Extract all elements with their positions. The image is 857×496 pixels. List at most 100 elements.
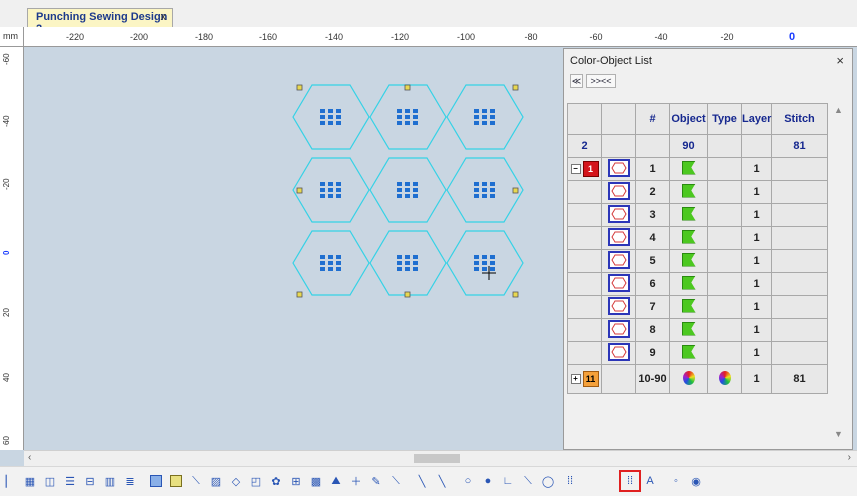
panel-close-icon[interactable]: × (836, 53, 844, 68)
hex-object[interactable] (369, 157, 447, 223)
freehand-tool-icon[interactable]: ✎ (368, 473, 384, 489)
circles-tool-icon[interactable]: ✿ (268, 473, 284, 489)
multicolor-object-icon (682, 370, 695, 385)
header-layer: Layer (741, 103, 772, 135)
punch-grid-icon[interactable]: ⁞⁞ (619, 470, 641, 492)
collapse-group-icon[interactable]: − (570, 164, 581, 175)
document-tabbar: Punching Sewing Design 2 x (0, 0, 857, 35)
object-layer: 1 (741, 341, 772, 365)
scroll-right-icon[interactable]: › (848, 452, 851, 463)
circle-filled-icon[interactable]: ● (480, 473, 496, 489)
color-object-table: # Object Type Layer Stitch 2 90 81 −1 1 … (567, 103, 828, 394)
ruler-tick: -80 (524, 32, 538, 42)
hex-object[interactable] (369, 230, 447, 296)
ruler-tick: -220 (65, 32, 85, 42)
scroll-left-icon[interactable]: ‹ (28, 452, 31, 463)
object-number: 2 (635, 180, 670, 204)
panel-vertical-scrollbar[interactable]: ▲ ▼ (830, 103, 847, 443)
object-row[interactable]: 5 1 (567, 249, 828, 273)
selection-handle[interactable] (512, 291, 519, 298)
object-row[interactable]: 3 1 (567, 203, 828, 227)
distribute-icon[interactable]: ☰ (62, 473, 78, 489)
object-layer: 1 (741, 180, 772, 204)
hex-object[interactable] (446, 230, 524, 296)
group-icon[interactable]: ▦ (22, 473, 38, 489)
scroll-down-icon[interactable]: ▼ (834, 429, 843, 439)
object-row[interactable]: 6 1 (567, 272, 828, 296)
color-swatch[interactable]: 1 (582, 161, 599, 177)
ruler-tick: -20 (720, 32, 734, 42)
group-row[interactable]: +11 10-90 1 81 (567, 364, 828, 394)
object-layer: 1 (741, 157, 772, 181)
hex-object[interactable] (446, 84, 524, 150)
object-row[interactable]: 9 1 (567, 341, 828, 365)
equal-spacing-icon[interactable]: ▥ (102, 473, 118, 489)
object-number: 5 (635, 249, 670, 273)
header-type: Type (707, 103, 742, 135)
object-row[interactable]: 8 1 (567, 318, 828, 342)
selection-handle[interactable] (512, 84, 519, 91)
object-flag-icon (681, 252, 696, 267)
header-stitch: Stitch (771, 103, 828, 135)
object-row[interactable]: −1 1 1 (567, 157, 828, 181)
canvas-horizontal-scrollbar[interactable]: ‹ › (24, 450, 857, 466)
object-layer: 1 (741, 203, 772, 227)
group-stitch: 81 (771, 364, 828, 394)
document-tab[interactable]: Punching Sewing Design 2 x (27, 8, 173, 35)
ruler-tick: -140 (324, 32, 344, 42)
object-number: 9 (635, 341, 670, 365)
vertical-ruler: -60 -40 -20 0 20 40 60 (0, 47, 24, 450)
satin-tool-icon[interactable] (168, 473, 184, 489)
expand-group-icon[interactable]: + (570, 374, 581, 385)
run-line-alt-icon[interactable]: ╲ (434, 473, 450, 489)
circle-outline-icon[interactable]: ○ (460, 473, 476, 489)
text-tool-icon[interactable]: A (642, 473, 658, 489)
color-swatch[interactable]: 11 (582, 371, 599, 387)
align-center-icon[interactable]: ◫ (42, 473, 58, 489)
align-left-icon[interactable]: ▏ (2, 473, 18, 489)
stack-icon[interactable]: ≣ (122, 473, 138, 489)
collapse-panel-button[interactable]: ≪ (570, 74, 583, 88)
run-line-icon[interactable]: ╲ (414, 473, 430, 489)
curve-tool-icon[interactable]: ◇ (228, 473, 244, 489)
pattern-tool-icon[interactable]: ▩ (308, 473, 324, 489)
selection-handle[interactable] (404, 84, 411, 91)
object-row[interactable]: 4 1 (567, 226, 828, 250)
align-middle-icon[interactable]: ⊟ (82, 473, 98, 489)
expand-all-button[interactable]: >><< (586, 74, 616, 88)
sequin-tool-icon[interactable]: ◦ (668, 473, 684, 489)
image-tool-icon[interactable]: ⛰ (328, 473, 344, 489)
object-row[interactable]: 7 1 (567, 295, 828, 319)
hex-object[interactable] (292, 84, 370, 150)
hex-object[interactable] (292, 157, 370, 223)
selection-handle[interactable] (296, 84, 303, 91)
ellipse-icon[interactable]: ◯ (540, 473, 556, 489)
selection-handle[interactable] (296, 187, 303, 194)
angle-icon[interactable]: ∟ (500, 473, 516, 489)
grid-tool-icon[interactable]: ⊞ (288, 473, 304, 489)
scrollbar-thumb[interactable] (414, 454, 460, 463)
hex-object[interactable] (369, 84, 447, 150)
shape-tool-icon[interactable]: ◰ (248, 473, 264, 489)
object-row[interactable]: 2 1 (567, 180, 828, 204)
fill-tool-icon[interactable] (148, 473, 164, 489)
object-number: 3 (635, 203, 670, 227)
node-line-icon[interactable]: ⟍ (520, 473, 536, 489)
cross-tool-icon[interactable]: ＋ (348, 473, 364, 489)
sequin-alt-icon[interactable]: ◉ (688, 473, 704, 489)
ruler-tick: -100 (456, 32, 476, 42)
selection-handle[interactable] (512, 187, 519, 194)
hex-object[interactable] (446, 157, 524, 223)
close-tab-icon[interactable]: x (161, 11, 167, 23)
hexagon-shape-icon (607, 319, 630, 338)
selection-handle[interactable] (404, 291, 411, 298)
hatch-tool-icon[interactable]: ▨ (208, 473, 224, 489)
selection-handle[interactable] (296, 291, 303, 298)
line-tool-icon[interactable]: ⟍ (188, 473, 204, 489)
object-number: 7 (635, 295, 670, 319)
color-line-tool-icon[interactable]: ⟍ (388, 473, 404, 489)
scroll-up-icon[interactable]: ▲ (834, 105, 843, 115)
dot-matrix-icon[interactable]: ⁞⁞ (562, 473, 578, 489)
hex-object[interactable] (292, 230, 370, 296)
ruler-unit: mm (0, 27, 24, 47)
